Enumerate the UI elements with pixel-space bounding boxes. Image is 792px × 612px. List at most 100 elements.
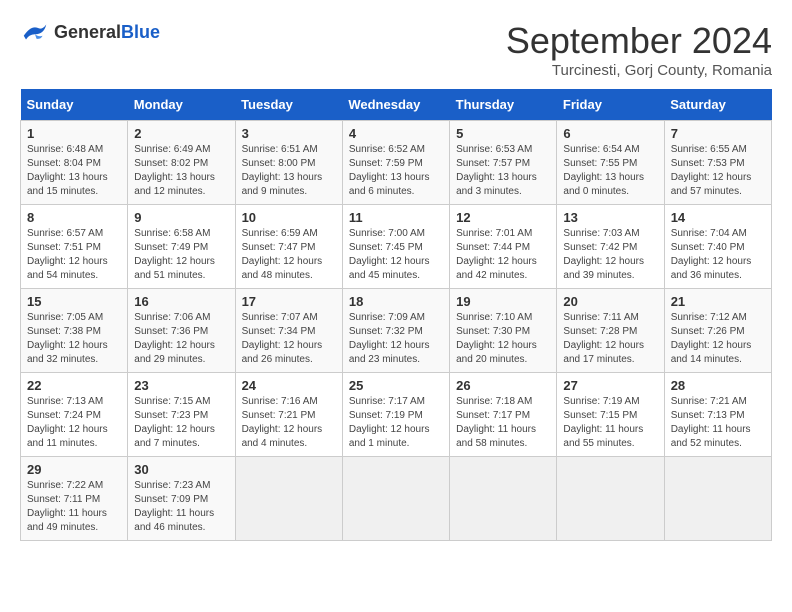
day-number: 30 xyxy=(134,462,228,477)
day-number: 6 xyxy=(563,126,657,141)
week-row-2: 8 Sunrise: 6:57 AM Sunset: 7:51 PM Dayli… xyxy=(21,205,772,289)
calendar-cell: 6 Sunrise: 6:54 AM Sunset: 7:55 PM Dayli… xyxy=(557,121,664,205)
calendar-cell: 30 Sunrise: 7:23 AM Sunset: 7:09 PM Dayl… xyxy=(128,457,235,541)
day-number: 18 xyxy=(349,294,443,309)
day-number: 23 xyxy=(134,378,228,393)
calendar-cell: 17 Sunrise: 7:07 AM Sunset: 7:34 PM Dayl… xyxy=(235,289,342,373)
calendar-cell: 15 Sunrise: 7:05 AM Sunset: 7:38 PM Dayl… xyxy=(21,289,128,373)
weekday-header-wednesday: Wednesday xyxy=(342,89,449,121)
calendar-cell: 22 Sunrise: 7:13 AM Sunset: 7:24 PM Dayl… xyxy=(21,373,128,457)
day-info: Sunrise: 6:52 AM Sunset: 7:59 PM Dayligh… xyxy=(349,143,443,199)
day-number: 8 xyxy=(27,210,121,225)
calendar-cell: 27 Sunrise: 7:19 AM Sunset: 7:15 PM Dayl… xyxy=(557,373,664,457)
day-number: 3 xyxy=(242,126,336,141)
calendar-cell xyxy=(342,457,449,541)
day-number: 26 xyxy=(456,378,550,393)
calendar-cell: 19 Sunrise: 7:10 AM Sunset: 7:30 PM Dayl… xyxy=(450,289,557,373)
logo-blue: Blue xyxy=(121,22,160,42)
day-info: Sunrise: 7:04 AM Sunset: 7:40 PM Dayligh… xyxy=(671,227,765,283)
calendar-cell: 18 Sunrise: 7:09 AM Sunset: 7:32 PM Dayl… xyxy=(342,289,449,373)
week-row-4: 22 Sunrise: 7:13 AM Sunset: 7:24 PM Dayl… xyxy=(21,373,772,457)
day-info: Sunrise: 7:01 AM Sunset: 7:44 PM Dayligh… xyxy=(456,227,550,283)
day-number: 16 xyxy=(134,294,228,309)
weekday-header-friday: Friday xyxy=(557,89,664,121)
calendar-cell: 10 Sunrise: 6:59 AM Sunset: 7:47 PM Dayl… xyxy=(235,205,342,289)
day-number: 21 xyxy=(671,294,765,309)
day-info: Sunrise: 7:10 AM Sunset: 7:30 PM Dayligh… xyxy=(456,311,550,367)
calendar-cell: 21 Sunrise: 7:12 AM Sunset: 7:26 PM Dayl… xyxy=(664,289,771,373)
day-number: 20 xyxy=(563,294,657,309)
calendar-cell: 4 Sunrise: 6:52 AM Sunset: 7:59 PM Dayli… xyxy=(342,121,449,205)
calendar-cell: 9 Sunrise: 6:58 AM Sunset: 7:49 PM Dayli… xyxy=(128,205,235,289)
day-info: Sunrise: 6:54 AM Sunset: 7:55 PM Dayligh… xyxy=(563,143,657,199)
location: Turcinesti, Gorj County, Romania xyxy=(506,62,772,79)
day-info: Sunrise: 6:57 AM Sunset: 7:51 PM Dayligh… xyxy=(27,227,121,283)
weekday-header-saturday: Saturday xyxy=(664,89,771,121)
day-number: 10 xyxy=(242,210,336,225)
calendar-cell xyxy=(235,457,342,541)
calendar-body: 1 Sunrise: 6:48 AM Sunset: 8:04 PM Dayli… xyxy=(21,121,772,541)
day-info: Sunrise: 7:00 AM Sunset: 7:45 PM Dayligh… xyxy=(349,227,443,283)
day-number: 7 xyxy=(671,126,765,141)
day-info: Sunrise: 7:23 AM Sunset: 7:09 PM Dayligh… xyxy=(134,479,228,535)
day-info: Sunrise: 7:09 AM Sunset: 7:32 PM Dayligh… xyxy=(349,311,443,367)
day-info: Sunrise: 7:11 AM Sunset: 7:28 PM Dayligh… xyxy=(563,311,657,367)
day-info: Sunrise: 7:06 AM Sunset: 7:36 PM Dayligh… xyxy=(134,311,228,367)
day-info: Sunrise: 7:16 AM Sunset: 7:21 PM Dayligh… xyxy=(242,395,336,451)
day-info: Sunrise: 7:07 AM Sunset: 7:34 PM Dayligh… xyxy=(242,311,336,367)
day-info: Sunrise: 7:18 AM Sunset: 7:17 PM Dayligh… xyxy=(456,395,550,451)
week-row-1: 1 Sunrise: 6:48 AM Sunset: 8:04 PM Dayli… xyxy=(21,121,772,205)
calendar-cell: 26 Sunrise: 7:18 AM Sunset: 7:17 PM Dayl… xyxy=(450,373,557,457)
day-number: 27 xyxy=(563,378,657,393)
day-number: 13 xyxy=(563,210,657,225)
day-info: Sunrise: 7:22 AM Sunset: 7:11 PM Dayligh… xyxy=(27,479,121,535)
day-info: Sunrise: 6:49 AM Sunset: 8:02 PM Dayligh… xyxy=(134,143,228,199)
logo-bird-icon xyxy=(20,20,50,44)
day-number: 22 xyxy=(27,378,121,393)
calendar-cell: 1 Sunrise: 6:48 AM Sunset: 8:04 PM Dayli… xyxy=(21,121,128,205)
calendar-cell xyxy=(450,457,557,541)
calendar-cell: 28 Sunrise: 7:21 AM Sunset: 7:13 PM Dayl… xyxy=(664,373,771,457)
page-header: GeneralBlue September 2024 Turcinesti, G… xyxy=(20,20,772,79)
weekday-header-monday: Monday xyxy=(128,89,235,121)
day-number: 12 xyxy=(456,210,550,225)
calendar-cell: 20 Sunrise: 7:11 AM Sunset: 7:28 PM Dayl… xyxy=(557,289,664,373)
day-info: Sunrise: 7:15 AM Sunset: 7:23 PM Dayligh… xyxy=(134,395,228,451)
day-info: Sunrise: 7:17 AM Sunset: 7:19 PM Dayligh… xyxy=(349,395,443,451)
calendar-cell: 5 Sunrise: 6:53 AM Sunset: 7:57 PM Dayli… xyxy=(450,121,557,205)
calendar-cell: 2 Sunrise: 6:49 AM Sunset: 8:02 PM Dayli… xyxy=(128,121,235,205)
logo-text: GeneralBlue xyxy=(54,22,160,43)
calendar-cell: 14 Sunrise: 7:04 AM Sunset: 7:40 PM Dayl… xyxy=(664,205,771,289)
day-info: Sunrise: 7:05 AM Sunset: 7:38 PM Dayligh… xyxy=(27,311,121,367)
day-number: 29 xyxy=(27,462,121,477)
day-number: 17 xyxy=(242,294,336,309)
calendar-table: SundayMondayTuesdayWednesdayThursdayFrid… xyxy=(20,89,772,541)
month-title: September 2024 xyxy=(506,20,772,62)
day-number: 4 xyxy=(349,126,443,141)
day-info: Sunrise: 6:48 AM Sunset: 8:04 PM Dayligh… xyxy=(27,143,121,199)
day-number: 19 xyxy=(456,294,550,309)
day-info: Sunrise: 6:58 AM Sunset: 7:49 PM Dayligh… xyxy=(134,227,228,283)
calendar-cell: 23 Sunrise: 7:15 AM Sunset: 7:23 PM Dayl… xyxy=(128,373,235,457)
calendar-cell: 8 Sunrise: 6:57 AM Sunset: 7:51 PM Dayli… xyxy=(21,205,128,289)
day-number: 28 xyxy=(671,378,765,393)
calendar-cell: 25 Sunrise: 7:17 AM Sunset: 7:19 PM Dayl… xyxy=(342,373,449,457)
calendar-cell: 3 Sunrise: 6:51 AM Sunset: 8:00 PM Dayli… xyxy=(235,121,342,205)
weekday-header-sunday: Sunday xyxy=(21,89,128,121)
day-number: 14 xyxy=(671,210,765,225)
day-info: Sunrise: 6:59 AM Sunset: 7:47 PM Dayligh… xyxy=(242,227,336,283)
calendar-cell: 11 Sunrise: 7:00 AM Sunset: 7:45 PM Dayl… xyxy=(342,205,449,289)
week-row-5: 29 Sunrise: 7:22 AM Sunset: 7:11 PM Dayl… xyxy=(21,457,772,541)
calendar-cell: 16 Sunrise: 7:06 AM Sunset: 7:36 PM Dayl… xyxy=(128,289,235,373)
day-number: 2 xyxy=(134,126,228,141)
day-info: Sunrise: 7:21 AM Sunset: 7:13 PM Dayligh… xyxy=(671,395,765,451)
day-info: Sunrise: 6:51 AM Sunset: 8:00 PM Dayligh… xyxy=(242,143,336,199)
day-info: Sunrise: 7:12 AM Sunset: 7:26 PM Dayligh… xyxy=(671,311,765,367)
calendar-cell: 29 Sunrise: 7:22 AM Sunset: 7:11 PM Dayl… xyxy=(21,457,128,541)
weekday-header-thursday: Thursday xyxy=(450,89,557,121)
day-number: 9 xyxy=(134,210,228,225)
day-number: 1 xyxy=(27,126,121,141)
weekday-header-row: SundayMondayTuesdayWednesdayThursdayFrid… xyxy=(21,89,772,121)
calendar-cell xyxy=(664,457,771,541)
day-info: Sunrise: 7:13 AM Sunset: 7:24 PM Dayligh… xyxy=(27,395,121,451)
